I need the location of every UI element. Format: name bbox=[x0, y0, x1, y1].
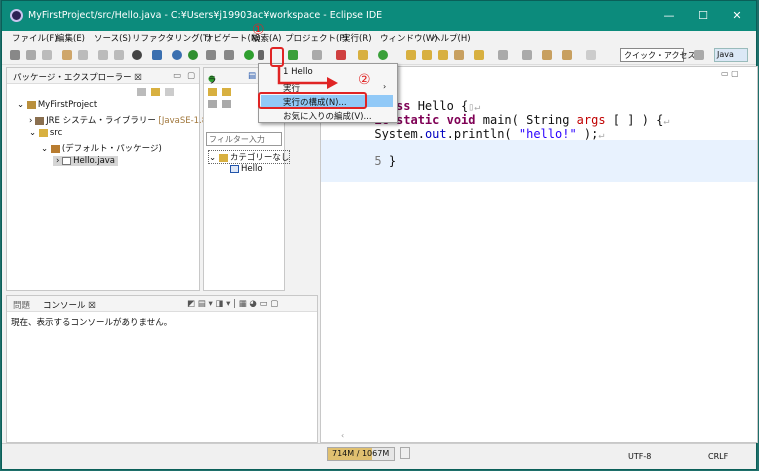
annotation-arrow bbox=[277, 67, 338, 89]
eclipse-window: MyFirstProject/src/Hello.java - C:¥Users… bbox=[1, 0, 758, 470]
